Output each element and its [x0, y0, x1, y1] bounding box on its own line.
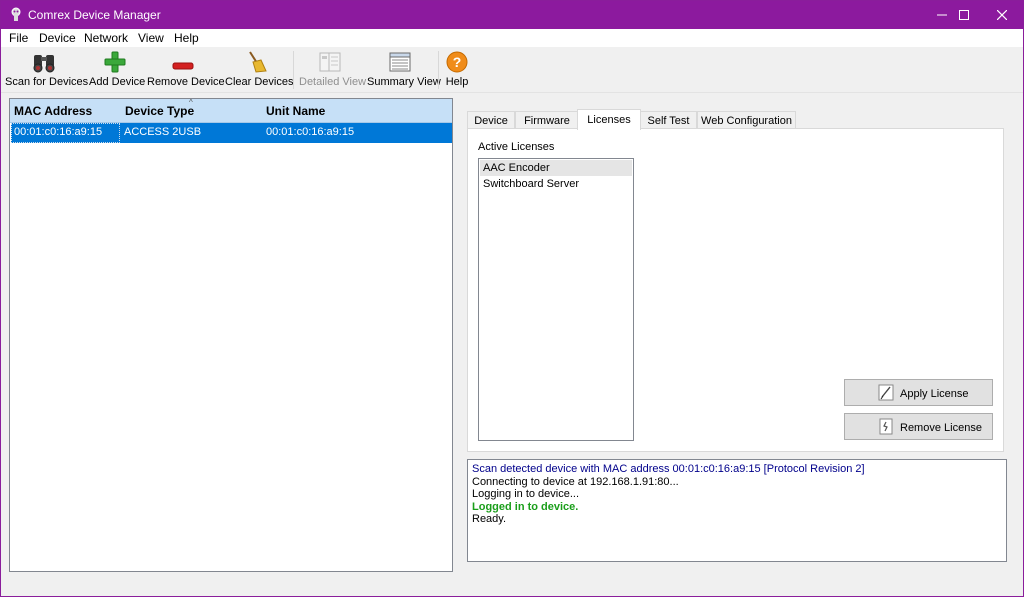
apply-license-button[interactable]: Apply License: [844, 379, 993, 406]
menu-view[interactable]: View: [138, 31, 164, 45]
remove-license-button[interactable]: Remove License: [844, 413, 993, 440]
log-line: Logged in to device.: [472, 500, 579, 513]
menu-network[interactable]: Network: [84, 31, 128, 45]
tab-self-test[interactable]: Self Test: [640, 111, 697, 129]
remove-device-button[interactable]: Remove Device: [147, 49, 225, 91]
help-icon: ?: [446, 51, 468, 73]
broom-icon: [249, 51, 267, 73]
summary-view-label: Summary View: [367, 76, 441, 88]
summary-view-button[interactable]: Summary View: [367, 49, 441, 91]
status-log[interactable]: Scan detected device with MAC address 00…: [467, 459, 1007, 562]
active-licenses-label: Active Licenses: [478, 141, 555, 153]
column-header-device-type[interactable]: Device Type: [125, 104, 194, 118]
toolbar: Scan for Devices Add Device Remove Devic…: [1, 47, 1023, 93]
log-line: Logging in to device...: [472, 488, 580, 500]
log-line: Ready.: [472, 513, 507, 525]
binoculars-icon: [33, 55, 55, 73]
licenses-panel: Active Licenses AAC Encoder Switchboard …: [467, 128, 1004, 452]
clear-devices-label: Clear Devices: [225, 76, 294, 88]
device-mac-cell: 00:01:c0:16:a9:15: [14, 126, 103, 138]
column-header-mac[interactable]: MAC Address: [14, 104, 92, 118]
help-label: Help: [445, 76, 469, 88]
scan-for-devices-label: Scan for Devices: [5, 76, 89, 88]
add-device-label: Add Device: [89, 76, 146, 88]
add-device-button[interactable]: Add Device: [89, 49, 146, 91]
remove-device-label: Remove Device: [147, 76, 225, 88]
app-window: Comrex Device Manager File Device Networ…: [0, 0, 1024, 597]
log-line: Connecting to device at 192.168.1.91:80.…: [472, 475, 679, 488]
plus-icon: [104, 51, 126, 73]
remove-license-label: Remove License: [900, 422, 982, 434]
clear-devices-button[interactable]: Clear Devices: [225, 49, 294, 91]
tab-device[interactable]: Device: [467, 111, 515, 129]
device-type-cell: ACCESS 2USB: [124, 126, 202, 138]
toolbar-separator: [438, 51, 439, 89]
window-title: Comrex Device Manager: [28, 8, 161, 22]
help-button[interactable]: ? Help: [443, 49, 471, 91]
apply-license-label: Apply License: [900, 388, 969, 400]
device-list[interactable]: MAC Address Device Type ^ Unit Name 00:0…: [9, 98, 453, 572]
tab-licenses[interactable]: Licenses: [577, 109, 641, 130]
detailed-view-label: Detailed View: [299, 76, 367, 88]
log-line: Scan detected device with MAC address 00…: [472, 463, 865, 475]
minus-icon: [172, 62, 194, 70]
menu-help[interactable]: Help: [174, 31, 199, 45]
title-bar[interactable]: Comrex Device Manager: [1, 1, 1023, 29]
svg-text:?: ?: [453, 54, 462, 70]
apply-license-icon: [878, 384, 894, 401]
detailed-view-icon: [319, 52, 341, 72]
menu-bar: File Device Network View Help: [1, 29, 1023, 47]
menu-file[interactable]: File: [9, 31, 28, 45]
comrex-app-icon: [11, 7, 21, 21]
device-row[interactable]: 00:01:c0:16:a9:15 ACCESS 2USB 00:01:c0:1…: [11, 123, 452, 143]
sort-ascending-icon: ^: [189, 98, 193, 107]
close-icon: [997, 10, 1007, 20]
detailed-view-button[interactable]: Detailed View: [299, 49, 367, 91]
close-button[interactable]: [979, 1, 1024, 29]
summary-view-icon: [389, 52, 411, 72]
licenses-list[interactable]: AAC Encoder Switchboard Server: [478, 158, 634, 441]
column-header-unit-name[interactable]: Unit Name: [266, 104, 325, 118]
device-unit-name-cell: 00:01:c0:16:a9:15: [266, 126, 355, 138]
remove-license-icon: [879, 418, 893, 435]
menu-device[interactable]: Device: [39, 31, 76, 45]
license-item[interactable]: Switchboard Server: [480, 176, 632, 192]
tab-web-configuration[interactable]: Web Configuration: [697, 111, 796, 129]
maximize-icon: [959, 10, 969, 20]
toolbar-separator: [293, 51, 294, 89]
tab-firmware[interactable]: Firmware: [515, 111, 579, 129]
license-item[interactable]: AAC Encoder: [480, 160, 632, 176]
scan-for-devices-button[interactable]: Scan for Devices: [5, 49, 89, 91]
device-list-header: MAC Address Device Type ^ Unit Name: [10, 98, 452, 123]
